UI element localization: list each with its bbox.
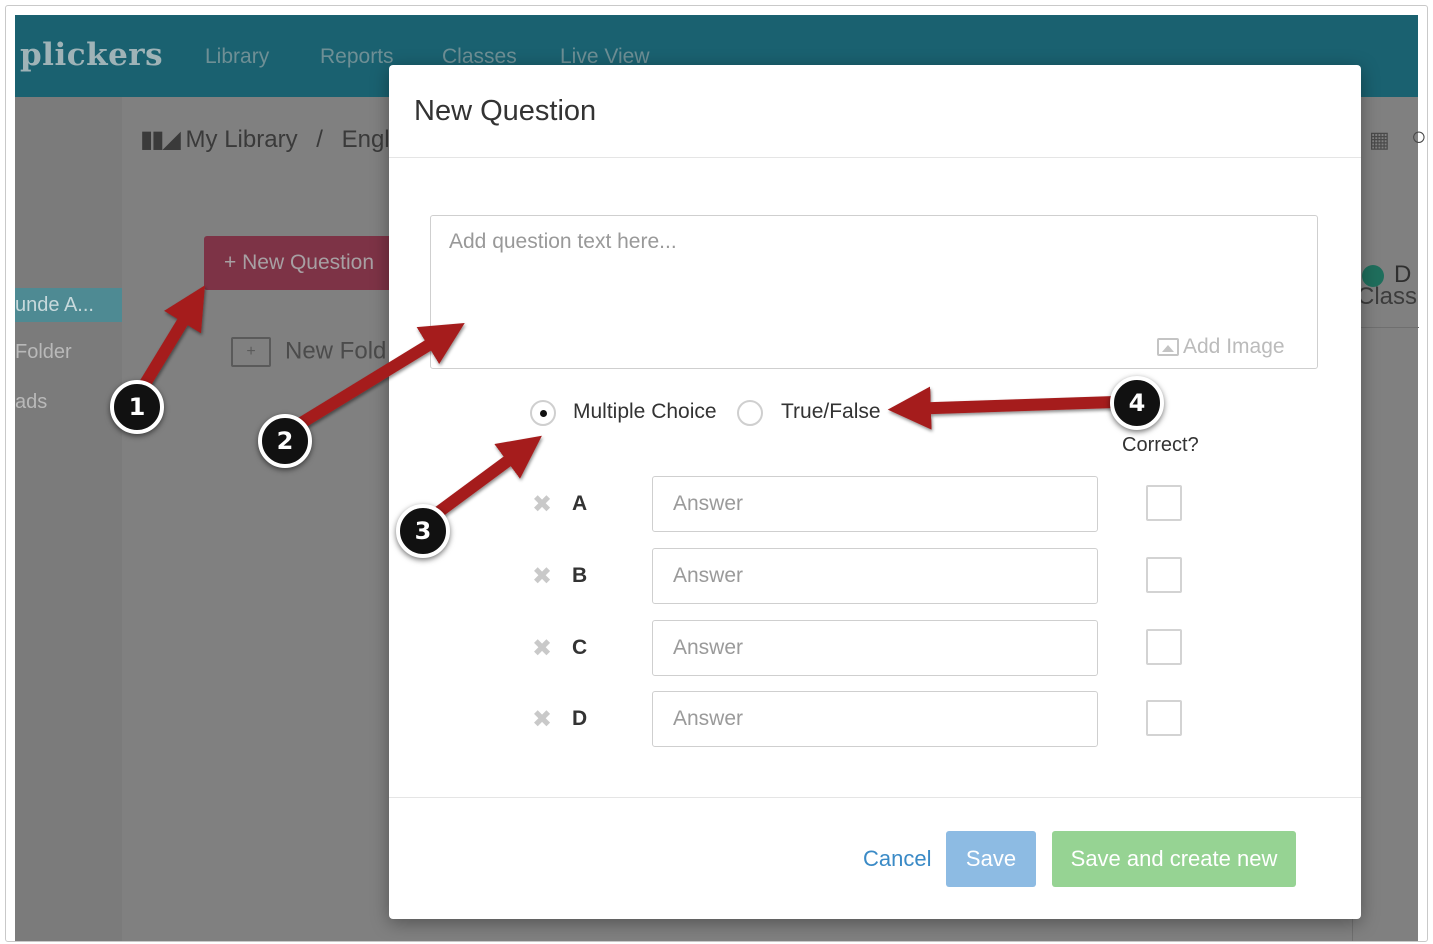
correct-checkbox-d[interactable] [1146,700,1182,736]
answer-letter: D [572,707,588,730]
new-question-modal: New Question Add Image Multiple Choice T… [389,65,1361,919]
callout-1: 1 [110,380,164,434]
answer-row-b: ✖ B [389,548,1361,604]
answer-input-d[interactable] [652,691,1098,747]
correct-checkbox-b[interactable] [1146,557,1182,593]
search-icon[interactable]: ○ [1411,121,1427,152]
answer-letter: A [572,492,588,515]
callout-4: 4 [1110,376,1164,430]
radio-multiple-choice[interactable] [530,400,556,426]
delete-answer-icon[interactable]: ✖ [531,493,553,517]
answer-letter: C [572,636,588,659]
right-panel-item[interactable]: D [1394,261,1411,289]
breadcrumb: ▮▮◢ My Library / Engli [140,125,395,154]
correct-checkbox-a[interactable] [1146,485,1182,521]
answer-row-c: ✖ C [389,620,1361,676]
nav-library[interactable]: Library [205,45,269,69]
calendar-icon[interactable]: ▦ [1369,127,1390,153]
answer-input-a[interactable] [652,476,1098,532]
answer-input-c[interactable] [652,620,1098,676]
add-image-button[interactable]: Add Image [1157,335,1285,359]
sidebar-item-uploads[interactable]: ads [15,391,47,414]
sidebar: unde A... Folder ads [15,97,123,941]
callout-3: 3 [396,504,450,558]
nav-reports[interactable]: Reports [320,45,394,69]
delete-answer-icon[interactable]: ✖ [531,708,553,732]
answer-row-a: ✖ A [389,476,1361,532]
modal-title: New Question [414,95,597,127]
add-image-label: Add Image [1183,335,1285,358]
radio-selected-dot [540,410,547,417]
save-button[interactable]: Save [946,831,1036,887]
correct-checkbox-c[interactable] [1146,629,1182,665]
answer-row-d: ✖ D [389,691,1361,747]
breadcrumb-current[interactable]: Engli [342,126,395,153]
answer-input-b[interactable] [652,548,1098,604]
folder-plus-icon: + [231,337,271,367]
true-false-label[interactable]: True/False [781,400,881,424]
save-and-create-new-button[interactable]: Save and create new [1052,831,1296,887]
right-panel: Class [1352,187,1419,941]
breadcrumb-root[interactable]: My Library [186,126,298,153]
new-folder-label: New Fold [285,337,387,365]
sidebar-item-active[interactable]: unde A... [15,288,122,322]
multiple-choice-label[interactable]: Multiple Choice [573,400,717,424]
correct-column-header: Correct? [1122,434,1199,456]
callout-2: 2 [258,414,312,468]
class-color-dot [1362,265,1384,287]
delete-answer-icon[interactable]: ✖ [531,637,553,661]
image-icon [1157,338,1179,357]
answer-letter: B [572,564,588,587]
library-icon: ▮▮◢ [140,126,181,153]
new-folder-button[interactable]: + New Fold [231,337,386,367]
delete-answer-icon[interactable]: ✖ [531,565,553,589]
divider [1353,327,1419,328]
breadcrumb-separator: / [316,126,323,153]
cancel-button[interactable]: Cancel [851,831,943,887]
radio-true-false[interactable] [737,400,763,426]
sidebar-item-folder[interactable]: Folder [15,341,72,364]
divider [389,797,1361,798]
app-logo: plickers [20,37,164,73]
divider [389,157,1361,158]
